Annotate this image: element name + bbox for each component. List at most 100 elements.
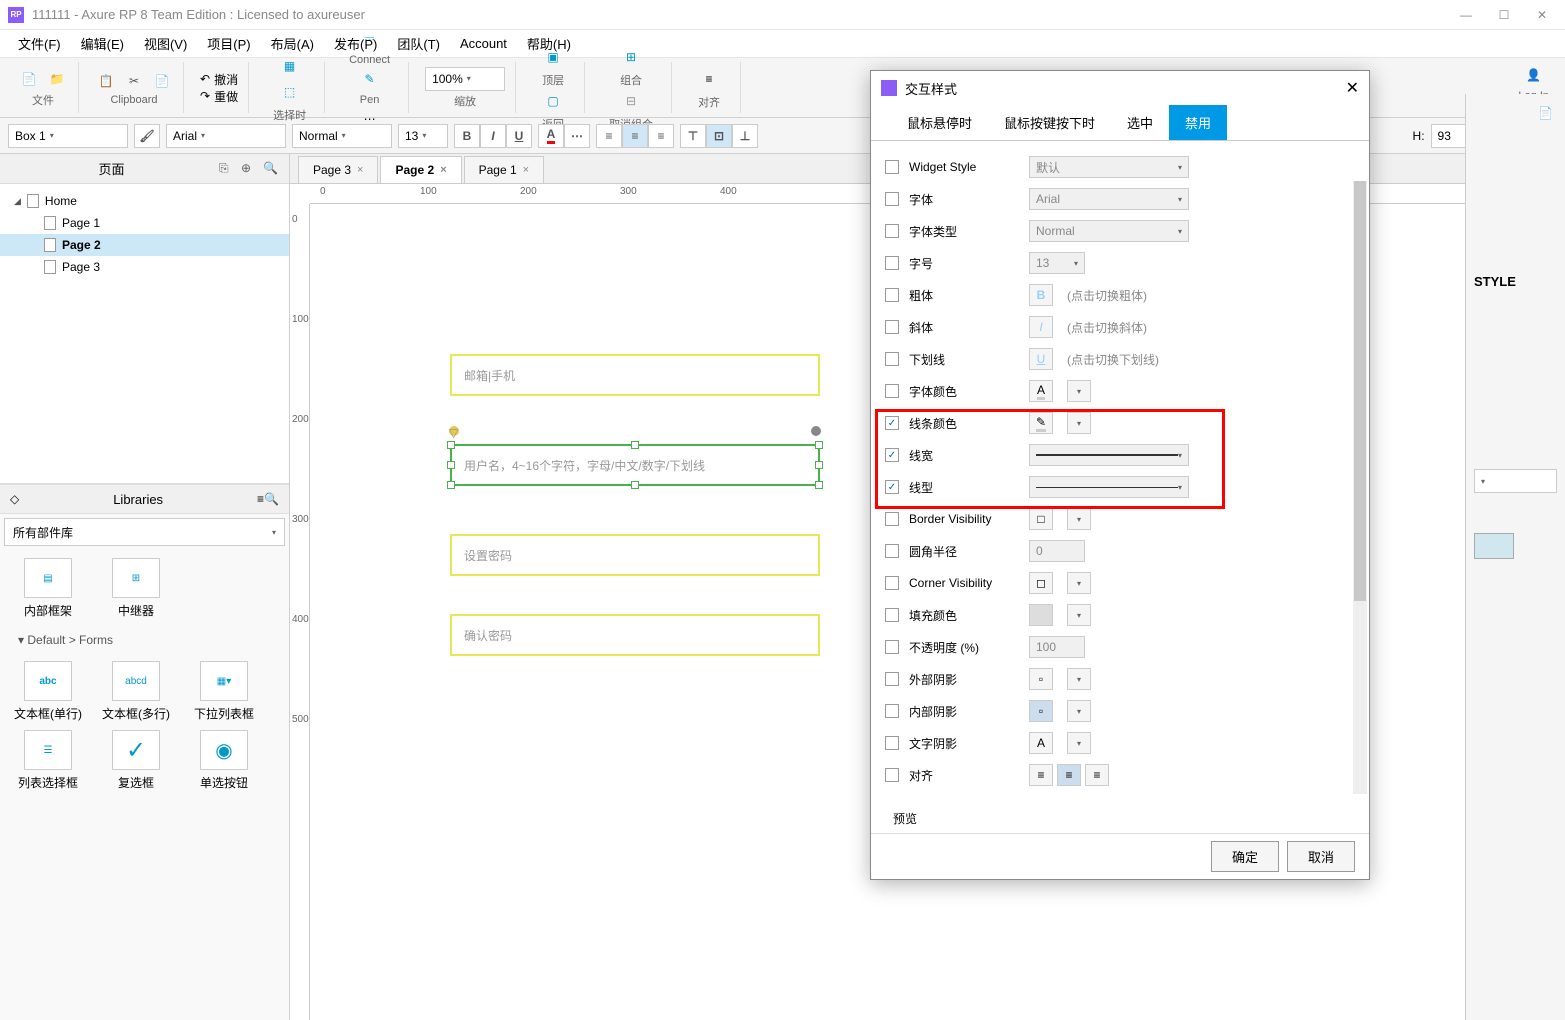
tree-page3[interactable]: Page 3 — [0, 256, 289, 278]
size-select[interactable]: 13▾ — [398, 124, 448, 148]
chk-line-type[interactable] — [885, 480, 899, 494]
chk-text-shadow[interactable] — [885, 736, 899, 750]
pen-tool[interactable]: ✎Pen — [349, 66, 391, 106]
chk-italic[interactable] — [885, 320, 899, 334]
align-center-button[interactable]: ≡ — [622, 124, 648, 148]
tree-page2[interactable]: Page 2 — [0, 234, 289, 256]
username-field[interactable]: 用户名，4~16个字符，字母/中文/数字/下划线 ▽ — [450, 444, 820, 486]
font-color-dropdown[interactable]: ▾ — [1067, 380, 1091, 402]
dtab-mousedown[interactable]: 鼠标按键按下时 — [988, 105, 1111, 140]
chk-line-width[interactable] — [885, 448, 899, 462]
menu-project[interactable]: 项目(P) — [199, 30, 258, 57]
ctrl-font-size[interactable]: 13▾ — [1029, 252, 1085, 274]
menu-file[interactable]: 文件(F) — [10, 30, 69, 57]
fill-color-picker[interactable] — [1029, 604, 1053, 626]
outer-shadow-picker[interactable]: ▫ — [1029, 668, 1053, 690]
maximize-icon[interactable]: ☐ — [1497, 8, 1511, 22]
font-select[interactable]: Arial▾ — [166, 124, 286, 148]
cancel-button[interactable]: 取消 — [1287, 841, 1355, 872]
align-r[interactable]: ≡ — [1085, 764, 1109, 786]
chk-border-vis[interactable] — [885, 512, 899, 526]
line-color-picker[interactable]: ✎ — [1029, 412, 1053, 434]
lib-item-droplist[interactable]: ▦▾下拉列表框 — [184, 661, 264, 722]
italic-button[interactable]: I — [480, 124, 506, 148]
border-vis-picker[interactable]: □ — [1029, 508, 1053, 530]
align-left-button[interactable]: ≡ — [596, 124, 622, 148]
menu-account[interactable]: Account — [452, 32, 515, 55]
add-page-right-icon[interactable]: 📄 — [1474, 102, 1557, 124]
style-tab[interactable]: STYLE — [1474, 274, 1557, 289]
group-button[interactable]: ⊞组合 — [610, 44, 652, 88]
bring-front[interactable]: ▣顶层 — [532, 44, 574, 88]
lib-collapse-icon[interactable]: ◇ — [10, 492, 19, 506]
chk-line-color[interactable] — [885, 416, 899, 430]
inner-shadow-picker[interactable]: ▫ — [1029, 700, 1053, 722]
close-tab-icon[interactable]: × — [523, 164, 529, 176]
undo-button[interactable]: ↶撤消 — [200, 71, 238, 88]
tab-page1[interactable]: Page 1× — [464, 156, 544, 183]
ok-button[interactable]: 确定 — [1211, 841, 1279, 872]
chk-corner-vis[interactable] — [885, 576, 899, 590]
new-file-icon[interactable]: 📄 — [18, 68, 40, 90]
open-file-icon[interactable]: 📁 — [46, 68, 68, 90]
align-c[interactable]: ≡ — [1057, 764, 1081, 786]
zoom-select[interactable]: 100%▾ — [425, 67, 505, 91]
align-button[interactable]: ≡对齐 — [688, 66, 730, 110]
select-tool[interactable]: ▦ — [269, 53, 311, 79]
inner-shadow-dropdown[interactable]: ▾ — [1067, 700, 1091, 722]
ctrl-line-width[interactable]: ▾ — [1029, 444, 1189, 466]
chk-font-type[interactable] — [885, 224, 899, 238]
shape-select[interactable]: Box 1▾ — [8, 124, 128, 148]
underline-toggle[interactable]: U — [1029, 348, 1053, 370]
tab-page3[interactable]: Page 3× — [298, 156, 378, 183]
add-page-icon[interactable]: ⎘ — [219, 161, 235, 177]
chk-opacity[interactable] — [885, 640, 899, 654]
text-shadow-dropdown[interactable]: ▾ — [1067, 732, 1091, 754]
italic-toggle[interactable]: I — [1029, 316, 1053, 338]
lib-section-forms[interactable]: ▾ Default > Forms — [8, 627, 281, 653]
align-right-button[interactable]: ≡ — [648, 124, 674, 148]
ctrl-font[interactable]: Arial▾ — [1029, 188, 1189, 210]
ctrl-widget-style[interactable]: 默认▾ — [1029, 156, 1189, 178]
text-shadow-picker[interactable]: A — [1029, 732, 1053, 754]
tree-home[interactable]: ◢Home — [0, 190, 289, 212]
lib-item-listbox[interactable]: ☰列表选择框 — [8, 730, 88, 791]
dtab-hover[interactable]: 鼠标悬停时 — [891, 105, 988, 140]
chk-bold[interactable] — [885, 288, 899, 302]
lib-search-icon[interactable]: 🔍 — [264, 492, 279, 506]
color-swatch[interactable] — [1474, 533, 1514, 559]
more-font-button[interactable]: ⋯ — [564, 124, 590, 148]
chk-fill-color[interactable] — [885, 608, 899, 622]
chk-corner-radius[interactable] — [885, 544, 899, 558]
valign-mid-button[interactable]: ⊡ — [706, 124, 732, 148]
dtab-selected[interactable]: 选中 — [1111, 105, 1169, 140]
close-icon[interactable]: ✕ — [1535, 8, 1549, 22]
chk-font[interactable] — [885, 192, 899, 206]
bold-toggle[interactable]: B — [1029, 284, 1053, 306]
tab-page2[interactable]: Page 2× — [380, 156, 461, 183]
chk-widget-style[interactable] — [885, 160, 899, 174]
lib-item-checkbox[interactable]: ✓复选框 — [96, 730, 176, 791]
chk-underline[interactable] — [885, 352, 899, 366]
lib-item-radio[interactable]: ◉单选按钮 — [184, 730, 264, 791]
dtab-disabled[interactable]: 禁用 — [1169, 105, 1227, 140]
select-mode[interactable]: ⬚选择时 — [265, 79, 314, 123]
corner-vis-picker[interactable]: ◻ — [1029, 572, 1053, 594]
menu-view[interactable]: 视图(V) — [136, 30, 195, 57]
line-color-dropdown[interactable]: ▾ — [1067, 412, 1091, 434]
ctrl-opacity[interactable]: 100 — [1029, 636, 1085, 658]
password-field[interactable]: 设置密码 — [450, 534, 820, 576]
chk-font-color[interactable] — [885, 384, 899, 398]
valign-bot-button[interactable]: ⊥ — [732, 124, 758, 148]
dialog-scrollbar[interactable] — [1353, 181, 1367, 794]
ctrl-font-type[interactable]: Normal▾ — [1029, 220, 1189, 242]
underline-button[interactable]: U — [506, 124, 532, 148]
search-pages-icon[interactable]: 🔍 — [263, 161, 279, 177]
chk-font-size[interactable] — [885, 256, 899, 270]
format-painter-icon[interactable]: 🖌 — [134, 124, 160, 148]
chk-inner-shadow[interactable] — [885, 704, 899, 718]
dialog-close-icon[interactable]: ✕ — [1346, 78, 1359, 98]
ctrl-corner-radius[interactable]: 0 — [1029, 540, 1085, 562]
tree-page1[interactable]: Page 1 — [0, 212, 289, 234]
paste-icon[interactable]: 📄 — [151, 70, 173, 92]
